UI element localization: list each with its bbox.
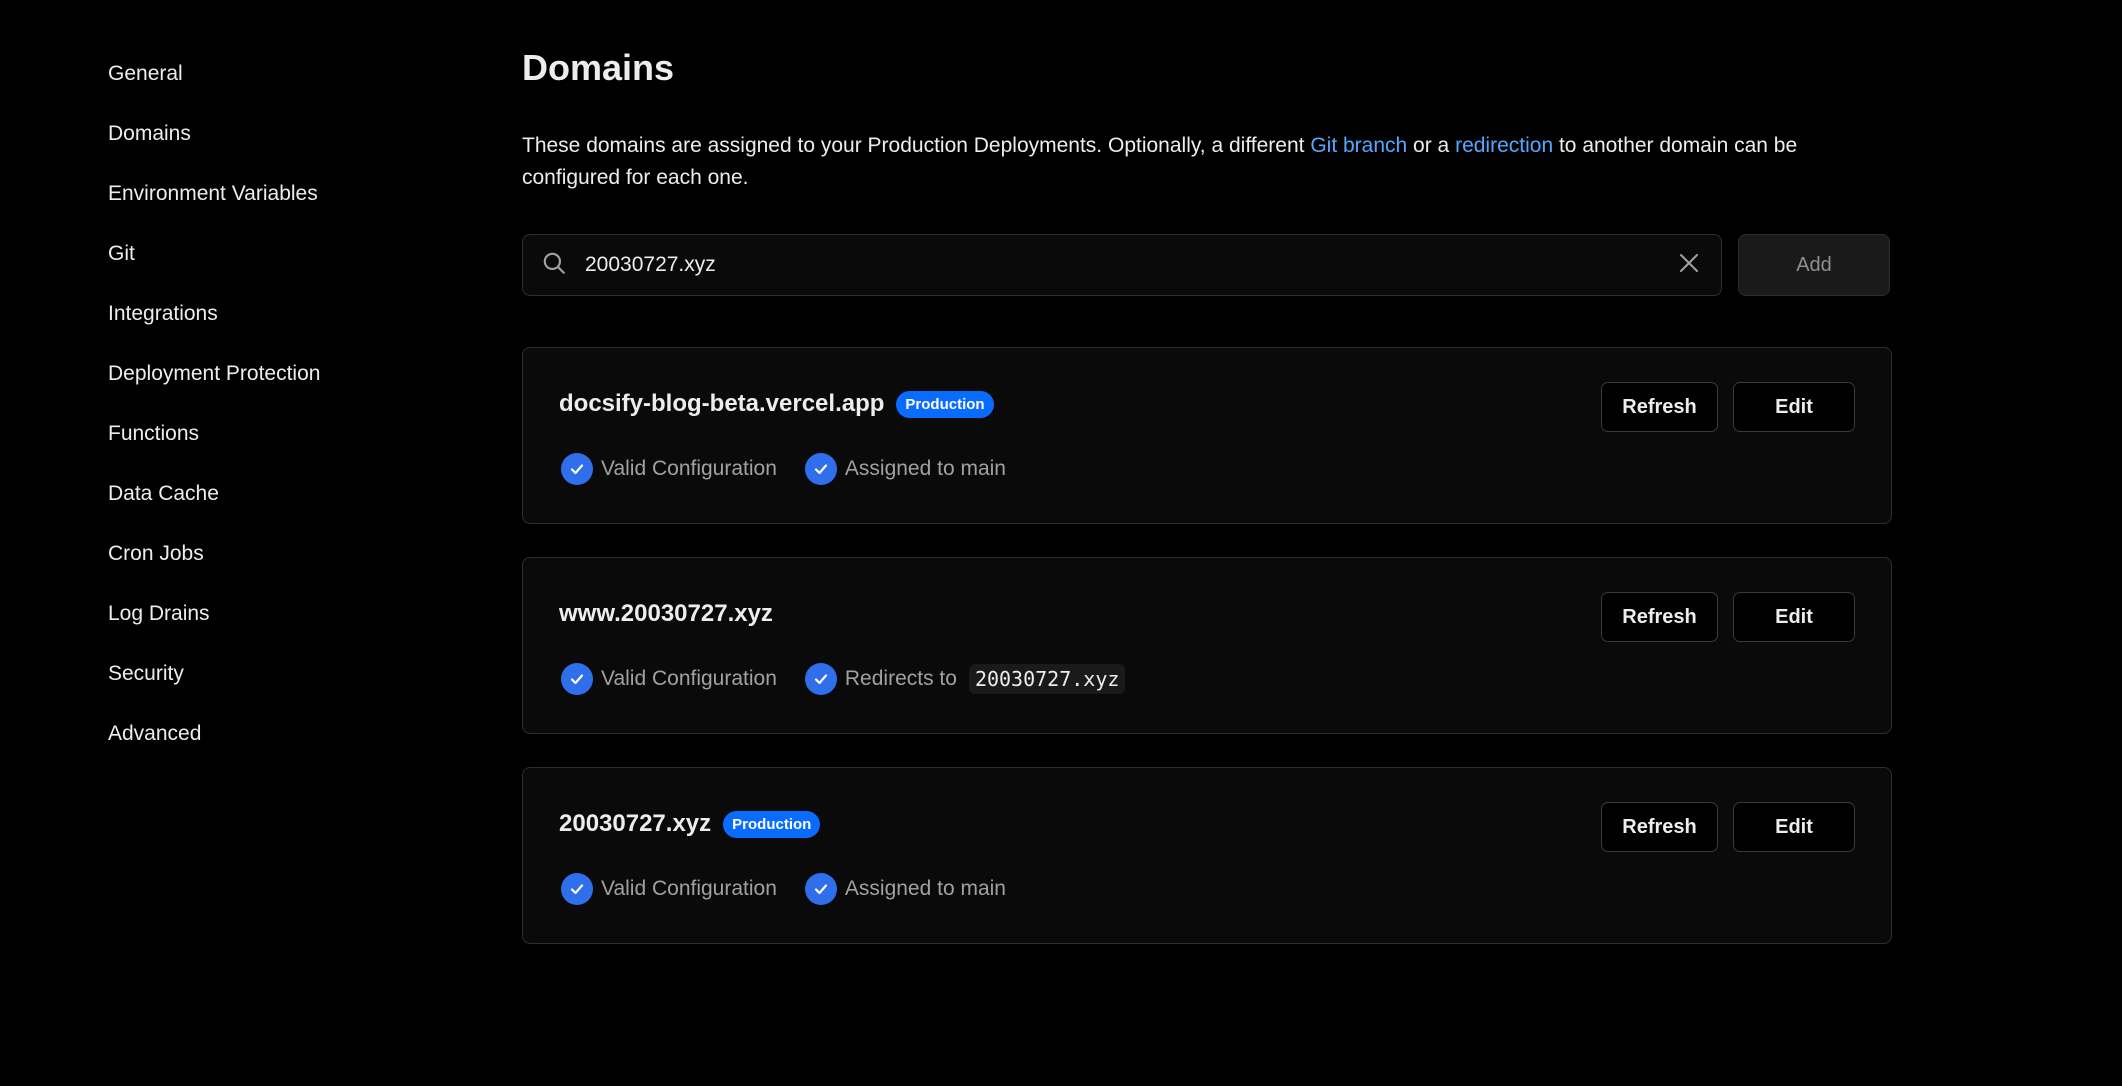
- status-label: Valid Configuration: [601, 877, 777, 900]
- redirect-status: Redirects to 20030727.xyz: [803, 663, 1126, 695]
- close-icon[interactable]: [1677, 251, 1701, 280]
- domain-name[interactable]: www.20030727.xyz: [559, 600, 773, 628]
- domain-status: Valid Configuration Assigned to main: [559, 872, 1855, 906]
- check-icon: [804, 453, 837, 485]
- edit-button[interactable]: Edit: [1733, 592, 1855, 642]
- domain-name[interactable]: 20030727.xyz: [559, 810, 711, 838]
- sidebar-item-security[interactable]: Security: [108, 654, 408, 714]
- edit-button[interactable]: Edit: [1733, 802, 1855, 852]
- sidebar-item-deployment-protection[interactable]: Deployment Protection: [108, 354, 408, 414]
- valid-configuration-status: Valid Configuration: [559, 663, 777, 695]
- status-label: Redirects to: [844, 667, 957, 690]
- check-icon: [804, 873, 837, 905]
- refresh-button[interactable]: Refresh: [1601, 382, 1718, 432]
- search-icon: [541, 250, 567, 281]
- domain-card: www.20030727.xyz Valid Configuration Red…: [522, 557, 1892, 734]
- status-label: Assigned to main: [844, 457, 1006, 480]
- assigned-branch-status: Assigned to main: [803, 873, 1006, 905]
- sidebar-item-log-drains[interactable]: Log Drains: [108, 594, 408, 654]
- sidebar-item-data-cache[interactable]: Data Cache: [108, 474, 408, 534]
- domain-card: 20030727.xyz Production Valid Configurat…: [522, 767, 1892, 944]
- status-label: Valid Configuration: [601, 667, 777, 690]
- sidebar-item-advanced[interactable]: Advanced: [108, 714, 408, 774]
- search-input[interactable]: [583, 252, 1677, 278]
- search-box: [522, 234, 1722, 296]
- sidebar-item-git[interactable]: Git: [108, 234, 408, 294]
- sidebar-item-integrations[interactable]: Integrations: [108, 294, 408, 354]
- status-label: Valid Configuration: [601, 457, 777, 480]
- sidebar-item-general[interactable]: General: [108, 54, 408, 114]
- description-text: or a: [1407, 134, 1456, 157]
- valid-configuration-status: Valid Configuration: [559, 873, 777, 905]
- domain-actions: Refresh Edit: [1601, 382, 1855, 432]
- redirection-link[interactable]: redirection: [1455, 134, 1553, 157]
- check-icon: [561, 453, 593, 485]
- refresh-button[interactable]: Refresh: [1601, 802, 1718, 852]
- sidebar-item-functions[interactable]: Functions: [108, 414, 408, 474]
- domain-actions: Refresh Edit: [1601, 802, 1855, 852]
- domain-actions: Refresh Edit: [1601, 592, 1855, 642]
- git-branch-link[interactable]: Git branch: [1310, 134, 1407, 157]
- assigned-branch-status: Assigned to main: [803, 453, 1006, 485]
- check-icon: [804, 663, 837, 695]
- page-title: Domains: [522, 47, 675, 88]
- sidebar-item-environment-variables[interactable]: Environment Variables: [108, 174, 408, 234]
- settings-sidebar: General Domains Environment Variables Gi…: [108, 54, 408, 774]
- production-badge: Production: [723, 810, 821, 838]
- status-label: Assigned to main: [844, 877, 1006, 900]
- redirect-target: 20030727.xyz: [968, 664, 1126, 694]
- production-badge: Production: [896, 390, 994, 418]
- domain-card: docsify-blog-beta.vercel.app Production …: [522, 347, 1892, 524]
- sidebar-item-domains[interactable]: Domains: [108, 114, 408, 174]
- domain-name[interactable]: docsify-blog-beta.vercel.app: [559, 390, 884, 418]
- check-icon: [561, 873, 593, 905]
- sidebar-item-cron-jobs[interactable]: Cron Jobs: [108, 534, 408, 594]
- valid-configuration-status: Valid Configuration: [559, 453, 777, 485]
- domain-status: Valid Configuration Assigned to main: [559, 452, 1855, 486]
- domain-status: Valid Configuration Redirects to 2003072…: [559, 662, 1855, 696]
- refresh-button[interactable]: Refresh: [1601, 592, 1718, 642]
- page-description: These domains are assigned to your Produ…: [522, 130, 1882, 194]
- domain-search-row: Add: [522, 234, 1892, 296]
- edit-button[interactable]: Edit: [1733, 382, 1855, 432]
- main-content: Domains These domains are assigned to yo…: [522, 44, 1892, 944]
- check-icon: [561, 663, 593, 695]
- add-button[interactable]: Add: [1738, 234, 1890, 296]
- description-text: These domains are assigned to your Produ…: [522, 134, 1311, 157]
